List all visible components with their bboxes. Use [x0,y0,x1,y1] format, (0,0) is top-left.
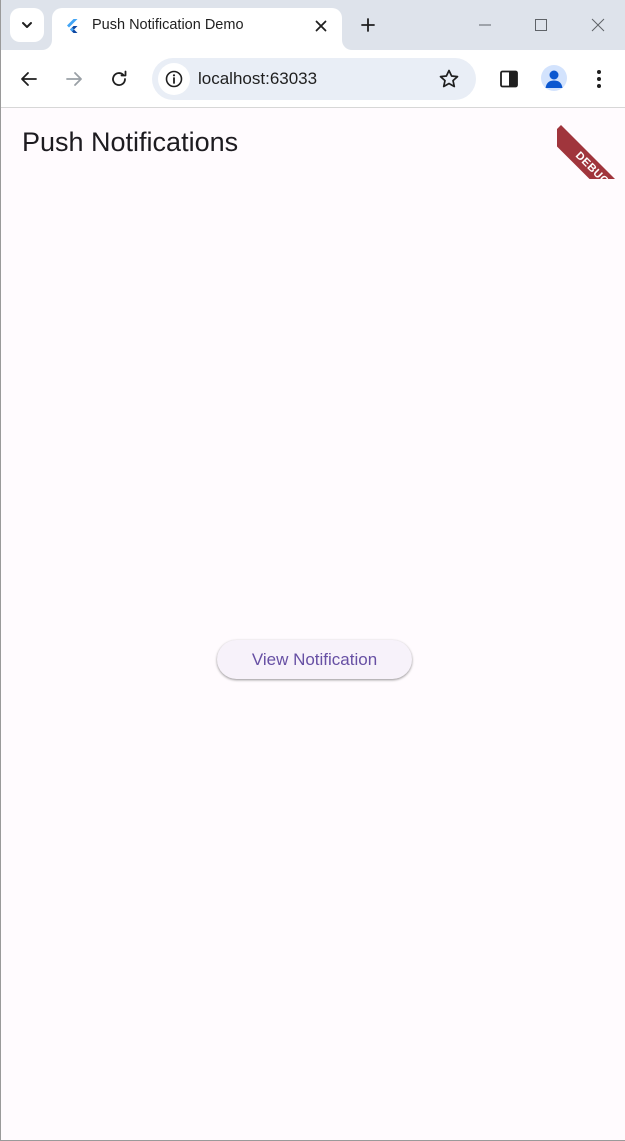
tab-title: Push Notification Demo [92,17,244,33]
more-vertical-icon [597,70,601,88]
page-title: Push Notifications [22,127,239,157]
tab-close-button[interactable] [310,15,332,37]
star-icon [439,69,459,88]
new-tab-button[interactable] [354,11,382,39]
reload-icon [112,70,127,86]
tab-search-button[interactable] [10,8,44,42]
menu-button[interactable] [583,63,615,95]
address-bar[interactable]: localhost:63033 [152,58,476,100]
side-panel-icon [500,70,518,88]
browser-window: Push Notification Demo localhost:63033 P… [0,0,625,1141]
minimize-icon [479,24,491,26]
arrow-right-icon [66,72,82,86]
chevron-down-icon [22,22,32,28]
back-button[interactable] [13,63,45,95]
person-icon [545,70,563,88]
tab-strip: Push Notification Demo [1,0,625,50]
reload-button[interactable] [103,63,135,95]
maximize-icon [535,19,547,31]
side-panel-button[interactable] [493,63,525,95]
profile-avatar[interactable] [541,65,567,91]
forward-button[interactable] [58,63,90,95]
plus-icon [361,18,375,32]
close-window-button[interactable] [583,10,613,40]
site-info-button[interactable] [158,63,190,95]
close-icon [591,18,605,32]
bookmark-button[interactable] [436,66,462,92]
arrow-left-icon [21,72,37,86]
browser-toolbar: localhost:63033 [1,50,625,108]
maximize-button[interactable] [526,10,556,40]
info-icon [165,70,183,88]
view-notification-button[interactable]: View Notification [217,640,412,679]
minimize-button[interactable] [470,10,500,40]
app-page: Push Notifications View Notification [1,109,625,1140]
tab-active[interactable]: Push Notification Demo [52,8,342,50]
url-text[interactable]: localhost:63033 [198,69,317,89]
close-icon [315,20,327,32]
flutter-icon [67,19,78,33]
